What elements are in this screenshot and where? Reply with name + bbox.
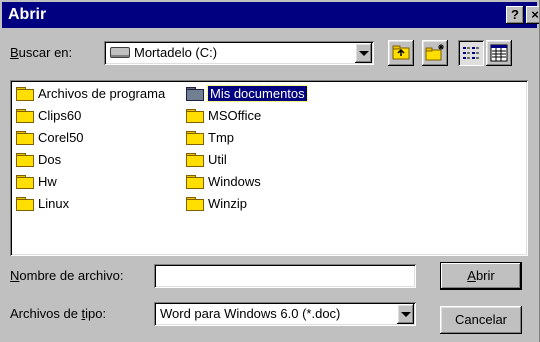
folder-icon xyxy=(16,152,34,167)
folder-up-icon xyxy=(392,45,410,60)
folder-icon xyxy=(16,196,34,211)
list-view-icon xyxy=(463,47,479,59)
list-item-label: MSOffice xyxy=(208,107,262,123)
folder-icon xyxy=(186,174,204,189)
look-in-label: Buscar en: xyxy=(10,45,73,60)
folder-icon xyxy=(186,152,204,167)
open-button[interactable]: Abrir xyxy=(440,262,522,290)
open-dialog: Abrir ? × Buscar en: Mortadelo (C:) Arch… xyxy=(0,0,540,342)
cancel-button[interactable]: Cancelar xyxy=(440,306,522,334)
list-item[interactable]: Dos xyxy=(16,150,61,168)
details-view-icon xyxy=(490,44,508,62)
folder-icon xyxy=(186,86,204,101)
file-type-arrow-button[interactable] xyxy=(397,304,414,324)
folder-icon xyxy=(186,196,204,211)
list-item-label: Windows xyxy=(208,173,261,189)
list-item-label: Winzip xyxy=(208,195,248,211)
list-item-label: Tmp xyxy=(208,129,234,145)
file-type-label: Archivos de tipo: xyxy=(10,306,107,321)
chevron-down-icon xyxy=(359,51,369,56)
up-one-level-button[interactable] xyxy=(388,40,414,66)
list-item[interactable]: Tmp xyxy=(186,128,234,146)
new-folder-button[interactable] xyxy=(422,40,448,66)
folder-icon xyxy=(16,108,34,123)
file-name-label: Nombre de archivo: xyxy=(10,268,124,283)
new-folder-icon xyxy=(425,44,444,61)
list-item[interactable]: Clips60 xyxy=(16,106,81,124)
file-list[interactable]: Archivos de programa Clips60 Corel50 Dos Hw L… xyxy=(10,80,528,256)
list-item[interactable]: Windows xyxy=(186,172,261,190)
list-item[interactable]: MSOffice xyxy=(186,106,261,124)
list-item-label: Archivos de programa xyxy=(38,85,166,101)
close-button[interactable]: × xyxy=(526,6,539,24)
title-bar[interactable]: Abrir ? × xyxy=(2,2,539,28)
list-item[interactable]: Linux xyxy=(16,194,69,212)
list-item-label: Corel50 xyxy=(38,129,84,145)
look-in-dropdown[interactable]: Mortadelo (C:) xyxy=(104,41,374,65)
folder-icon xyxy=(186,108,204,123)
list-item-label: Util xyxy=(208,151,227,167)
list-item[interactable]: Winzip xyxy=(186,194,247,212)
file-name-input[interactable] xyxy=(154,264,416,288)
details-view-button[interactable] xyxy=(486,40,512,66)
folder-icon xyxy=(186,130,204,145)
folder-icon xyxy=(16,174,34,189)
look-in-arrow-button[interactable] xyxy=(355,43,372,63)
list-item-label: Mis documentos xyxy=(207,84,308,102)
folder-icon xyxy=(16,86,34,101)
window-title: Abrir xyxy=(8,6,47,23)
folder-icon xyxy=(16,130,34,145)
list-item[interactable]: Util xyxy=(186,150,227,168)
file-type-value: Word para Windows 6.0 (*.doc) xyxy=(160,306,341,321)
list-item[interactable]: Corel50 xyxy=(16,128,84,146)
list-view-button[interactable] xyxy=(458,40,484,66)
chevron-down-icon xyxy=(401,312,411,317)
list-item-label: Linux xyxy=(38,195,70,211)
look-in-value: Mortadelo (C:) xyxy=(134,45,218,60)
drive-icon xyxy=(110,47,130,58)
list-item[interactable]: Mis documentos xyxy=(186,84,308,102)
list-item[interactable]: Hw xyxy=(16,172,57,190)
list-item-label: Hw xyxy=(38,173,57,189)
help-button[interactable]: ? xyxy=(506,6,524,24)
list-item[interactable]: Archivos de programa xyxy=(16,84,165,102)
list-item-label: Dos xyxy=(38,151,62,167)
file-type-dropdown[interactable]: Word para Windows 6.0 (*.doc) xyxy=(154,302,416,326)
list-item-label: Clips60 xyxy=(38,107,82,123)
